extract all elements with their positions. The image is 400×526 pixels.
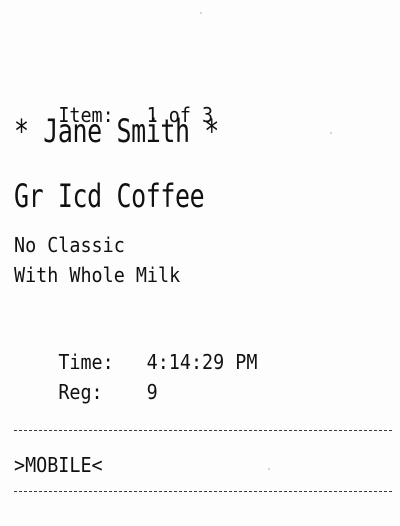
time-value: 4:14:29 PM	[146, 350, 258, 374]
order-ticket: Item: 1 of 3 * Jane Smith * Gr Icd Coffee…	[0, 0, 400, 526]
paper-speck	[200, 12, 202, 14]
customer-name: * Jane Smith *	[14, 112, 219, 150]
paper-speck	[268, 468, 270, 470]
order-channel: >MOBILE<	[14, 453, 103, 477]
dashed-divider	[14, 491, 392, 492]
dashed-divider	[14, 430, 392, 431]
register-label: Reg:	[58, 380, 103, 404]
register-value: 9	[146, 380, 158, 404]
register-row: Reg: 9	[14, 356, 158, 428]
paper-speck	[330, 132, 332, 134]
product-name: Gr Icd Coffee	[14, 177, 205, 215]
modifier-line: With Whole Milk	[14, 263, 181, 287]
modifier-line: No Classic	[14, 233, 125, 257]
